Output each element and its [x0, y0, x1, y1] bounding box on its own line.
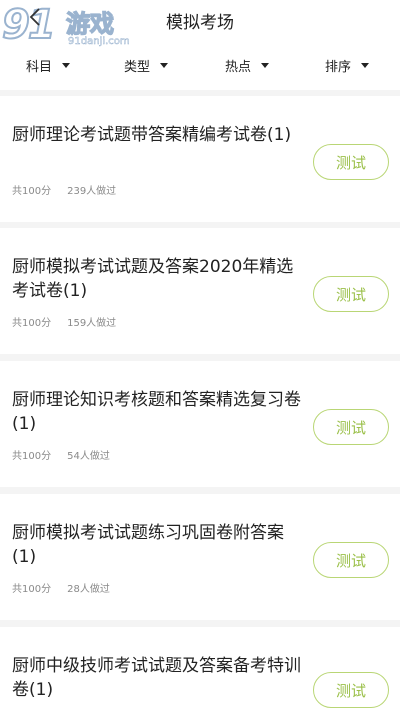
exam-title: 厨师理论知识考核题和答案精选复习卷(1): [12, 390, 301, 434]
exam-meta: 共100分 28人做过: [12, 580, 110, 595]
exam-total-score: 共100分: [12, 451, 52, 462]
exam-total-score: 共100分: [12, 584, 52, 595]
exam-total-score: 共100分: [12, 186, 52, 197]
exam-meta: 共100分 159人做过: [12, 314, 116, 329]
exam-total-score: 共100分: [12, 318, 52, 329]
exam-card[interactable]: 厨师理论考试题带答案精编考试卷(1) 共100分 239人做过 测试: [0, 96, 400, 222]
exam-card[interactable]: 厨师理论知识考核题和答案精选复习卷(1) 共100分 54人做过 测试: [0, 361, 400, 487]
exam-meta: 共100分 239人做过: [12, 182, 116, 197]
filter-type-label: 类型: [124, 60, 151, 75]
top-bar: 91 游戏 91danji.com 模拟考场 科目 类型 热点 排序: [0, 0, 400, 90]
filter-subject-label: 科目: [26, 60, 53, 75]
filter-subject[interactable]: 科目: [26, 56, 71, 75]
exam-title: 厨师模拟考试试题及答案2020年精选考试卷(1): [12, 257, 294, 301]
exam-card[interactable]: 厨师模拟考试试题及答案2020年精选考试卷(1) 共100分 159人做过 测试: [0, 228, 400, 354]
exam-takers: 28人做过: [67, 584, 110, 595]
caret-down-icon: [261, 63, 270, 68]
page-title: 模拟考场: [166, 13, 234, 33]
filter-type[interactable]: 类型: [124, 56, 169, 75]
test-button[interactable]: 测试: [313, 542, 389, 578]
exam-title: 厨师中级技师考试试题及答案备考特训卷(1): [12, 656, 301, 700]
exam-card[interactable]: 厨师模拟考试试题练习巩固卷附答案(1) 共100分 28人做过 测试: [0, 494, 400, 620]
filter-hot[interactable]: 热点: [225, 56, 270, 75]
test-button[interactable]: 测试: [313, 144, 389, 180]
test-button[interactable]: 测试: [313, 409, 389, 445]
filter-sort[interactable]: 排序: [325, 56, 370, 75]
filter-bar: 科目 类型 热点 排序: [0, 52, 400, 80]
watermark-site: 91danji.com: [68, 36, 130, 48]
exam-title: 厨师理论考试题带答案精编考试卷(1): [12, 125, 292, 145]
test-button[interactable]: 测试: [313, 276, 389, 312]
test-button[interactable]: 测试: [313, 672, 389, 708]
filter-hot-label: 热点: [225, 60, 252, 75]
caret-down-icon: [361, 63, 370, 68]
exam-card[interactable]: 厨师中级技师考试试题及答案备考特训卷(1) 测试: [0, 627, 400, 710]
exam-meta: 共100分 54人做过: [12, 447, 110, 462]
exam-takers: 159人做过: [67, 318, 117, 329]
caret-down-icon: [160, 63, 169, 68]
filter-sort-label: 排序: [325, 60, 352, 75]
exam-takers: 54人做过: [67, 451, 110, 462]
exam-title: 厨师模拟考试试题练习巩固卷附答案(1): [12, 523, 284, 567]
exam-takers: 239人做过: [67, 186, 117, 197]
caret-down-icon: [62, 63, 71, 68]
